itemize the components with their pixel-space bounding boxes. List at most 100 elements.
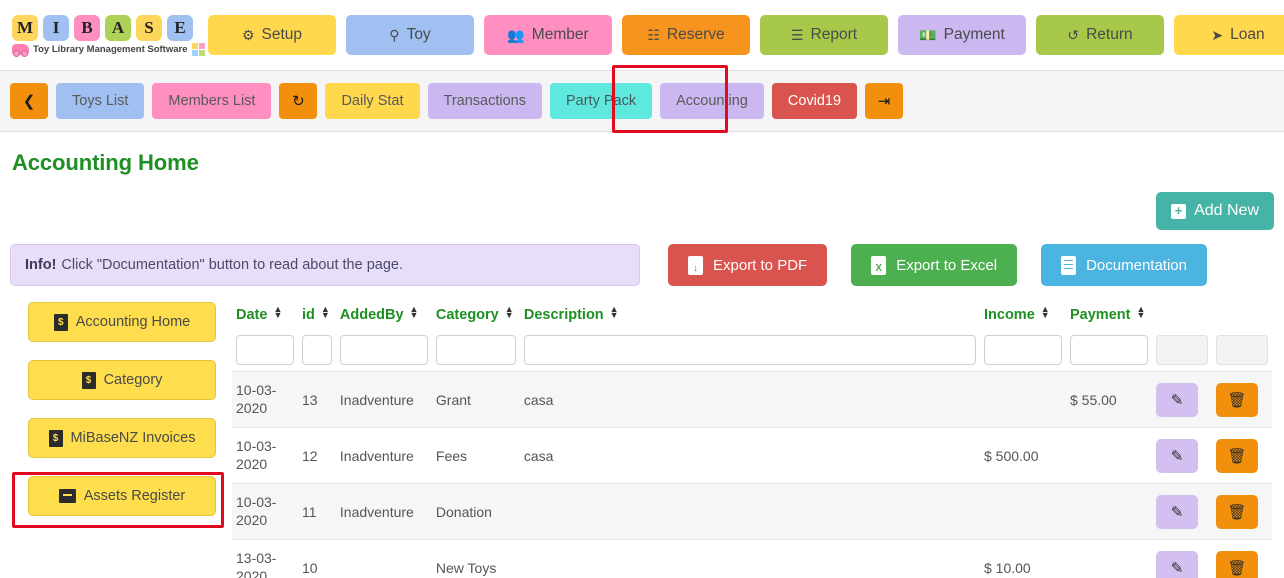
accounting-table: Date ▲ ▼ id ▲ ▼ AddedBy ▲ ▼ Category ▲ ▼ Description… bbox=[232, 298, 1272, 578]
subnav-label: Covid19 bbox=[787, 93, 842, 109]
secondary-nav: ❮ Toys List Members List ↻ Daily Stat Transac… bbox=[0, 65, 1284, 133]
export-button-export-to-excel[interactable]: X Export to Excel bbox=[851, 244, 1018, 286]
cell-id: 12 bbox=[302, 447, 318, 464]
nav-button-member[interactable]: 👥 Member bbox=[484, 15, 612, 55]
nav-button-loan[interactable]: ➤ Loan bbox=[1174, 15, 1284, 55]
trash-icon[interactable]: 🗑 bbox=[1216, 438, 1258, 473]
subnav-logout[interactable]: ⇥ bbox=[865, 83, 904, 119]
subnav-label: Daily Stat bbox=[341, 93, 404, 109]
export-button-label: Export to PDF bbox=[713, 256, 808, 274]
column-header-addedby[interactable]: AddedBy ▲ ▼ bbox=[336, 298, 432, 335]
trash-icon[interactable]: 🗑 bbox=[1216, 494, 1258, 529]
sidebar-item-accounting-home[interactable]: $ Accounting Home bbox=[28, 302, 216, 342]
gears-icon: ⚙ bbox=[241, 27, 255, 43]
sort-toggle-icon[interactable]: ▲ ▼ bbox=[1136, 305, 1147, 320]
filter-cell bbox=[232, 335, 298, 372]
subnav-toys-list[interactable]: Toys List bbox=[56, 83, 145, 119]
cell-id: 11 bbox=[302, 503, 317, 520]
cell-desc bbox=[520, 540, 980, 578]
cell-delete: 🗑 bbox=[1212, 428, 1272, 484]
column-header-actions-7 bbox=[1152, 298, 1212, 335]
filter-input-5[interactable] bbox=[984, 335, 1062, 365]
sidebar-item-category[interactable]: $ Category bbox=[28, 360, 216, 400]
filter-cell bbox=[980, 335, 1066, 372]
sidebar-item-mibasenz-invoices[interactable]: $ MiBaseNZ Invoices bbox=[28, 418, 216, 458]
filter-input-3[interactable] bbox=[435, 335, 516, 365]
filter-input-0[interactable] bbox=[236, 335, 294, 365]
trash-icon[interactable]: 🗑 bbox=[1216, 550, 1258, 578]
nav-button-reserve[interactable]: ☷ Reserve bbox=[622, 15, 750, 55]
column-header-category[interactable]: Category ▲ ▼ bbox=[432, 298, 520, 335]
logo-tile-e: E bbox=[167, 14, 193, 41]
info-prefix: Info! bbox=[25, 257, 57, 273]
export-buttons: ↓ Export to PDF X Export to Excel Documentat… bbox=[668, 244, 1207, 286]
filter-input-2[interactable] bbox=[339, 335, 428, 365]
sidebar-item-assets-register[interactable]: Assets Register bbox=[28, 476, 216, 516]
nav-button-label: Report bbox=[810, 26, 858, 43]
subnav-label: Accounting bbox=[676, 93, 748, 109]
cell-category: Fees bbox=[435, 447, 468, 464]
filter-input-6[interactable] bbox=[1070, 335, 1148, 365]
invoice-dollar-icon: $ bbox=[81, 371, 96, 389]
sort-toggle-icon[interactable]: ▲ ▼ bbox=[273, 305, 284, 320]
subnav-label: Toys List bbox=[72, 93, 129, 109]
subnav-back-arrow[interactable]: ❮ bbox=[10, 83, 48, 119]
cell-date: 13-03-2020 bbox=[236, 550, 277, 578]
column-header-id[interactable]: id ▲ ▼ bbox=[298, 298, 336, 335]
column-header-income[interactable]: Income ▲ ▼ bbox=[980, 298, 1066, 335]
subnav-refresh[interactable]: ↻ bbox=[279, 83, 318, 119]
subnav-transactions[interactable]: Transactions bbox=[427, 83, 542, 119]
calendar-plus-icon: ☷ bbox=[647, 27, 660, 43]
nav-button-setup[interactable]: ⚙ Setup bbox=[208, 15, 336, 55]
subnav-label: Transactions bbox=[443, 93, 526, 109]
nav-button-report[interactable]: ☰ Report bbox=[760, 15, 888, 55]
table-row: 10-03-2020 11 Inadventure Donation ✎ 🗑 bbox=[232, 483, 1272, 540]
trash-icon[interactable]: 🗑 bbox=[1216, 382, 1258, 417]
column-header-label: AddedBy bbox=[339, 307, 404, 323]
sort-toggle-icon[interactable]: ▲ ▼ bbox=[321, 305, 332, 320]
sidebar-item-label: Accounting Home bbox=[75, 314, 191, 330]
subnav-accounting[interactable]: Accounting bbox=[660, 83, 764, 119]
app-logo[interactable]: MIBASE Toy Library Management Software bbox=[8, 14, 208, 57]
subnav-daily-stat[interactable]: Daily Stat bbox=[325, 83, 420, 119]
filter-cell bbox=[1066, 335, 1152, 372]
nav-button-payment[interactable]: 💵 Payment bbox=[898, 15, 1026, 55]
filter-input-1[interactable] bbox=[302, 335, 332, 365]
edit-pencil-icon[interactable]: ✎ bbox=[1156, 494, 1198, 529]
users-icon: 👥 bbox=[507, 27, 525, 43]
sort-toggle-icon[interactable]: ▲ ▼ bbox=[410, 305, 421, 320]
toy-blocks-icon bbox=[191, 42, 205, 56]
subnav-covid19[interactable]: Covid19 bbox=[771, 83, 858, 119]
hand-money-icon: 💵 bbox=[919, 27, 937, 43]
export-button-documentation[interactable]: Documentation bbox=[1041, 244, 1207, 286]
sort-toggle-icon[interactable]: ▲ ▼ bbox=[610, 305, 621, 320]
nav-button-toy[interactable]: ⚲ Toy bbox=[346, 15, 474, 55]
edit-pencil-icon[interactable]: ✎ bbox=[1156, 438, 1198, 473]
filter-cell bbox=[520, 335, 980, 372]
document-icon bbox=[1061, 255, 1077, 275]
info-text: Click "Documentation" button to read abo… bbox=[61, 257, 403, 273]
sort-toggle-icon[interactable]: ▲ ▼ bbox=[505, 305, 516, 320]
cell-payment: $ 55.00 bbox=[1070, 391, 1117, 408]
column-header-payment[interactable]: Payment ▲ ▼ bbox=[1066, 298, 1152, 335]
export-button-export-to-pdf[interactable]: ↓ Export to PDF bbox=[668, 244, 828, 286]
filter-input-4[interactable] bbox=[523, 335, 976, 365]
column-header-description[interactable]: Description ▲ ▼ bbox=[520, 298, 980, 335]
sidebar-item-label: MiBaseNZ Invoices bbox=[70, 430, 196, 446]
logout-icon: ⇥ bbox=[877, 93, 891, 110]
edit-pencil-icon[interactable]: ✎ bbox=[1156, 550, 1198, 578]
sidebar-item-label: Category bbox=[103, 372, 163, 388]
add-new-button[interactable]: + Add New bbox=[1156, 192, 1274, 230]
logo-tile-m: M bbox=[12, 14, 38, 41]
table-row: 10-03-2020 13 Inadventure Grant casa $ 55.00 ✎… bbox=[232, 371, 1272, 428]
info-export-row: Info! Click "Documentation" button to re… bbox=[10, 244, 1274, 286]
cell-edit: ✎ bbox=[1152, 540, 1212, 578]
subnav-party-pack[interactable]: Party Pack bbox=[549, 83, 653, 119]
column-header-date[interactable]: Date ▲ ▼ bbox=[232, 298, 298, 335]
sort-toggle-icon[interactable]: ▲ ▼ bbox=[1041, 305, 1052, 320]
main-area: $ Accounting Home $ Category $ MiBaseNZ Invoi… bbox=[10, 298, 1274, 578]
invoice-dollar-icon: $ bbox=[48, 429, 63, 447]
edit-pencil-icon[interactable]: ✎ bbox=[1156, 382, 1198, 417]
nav-button-return[interactable]: ↺ Return bbox=[1036, 15, 1164, 55]
subnav-members-list[interactable]: Members List bbox=[152, 83, 272, 119]
